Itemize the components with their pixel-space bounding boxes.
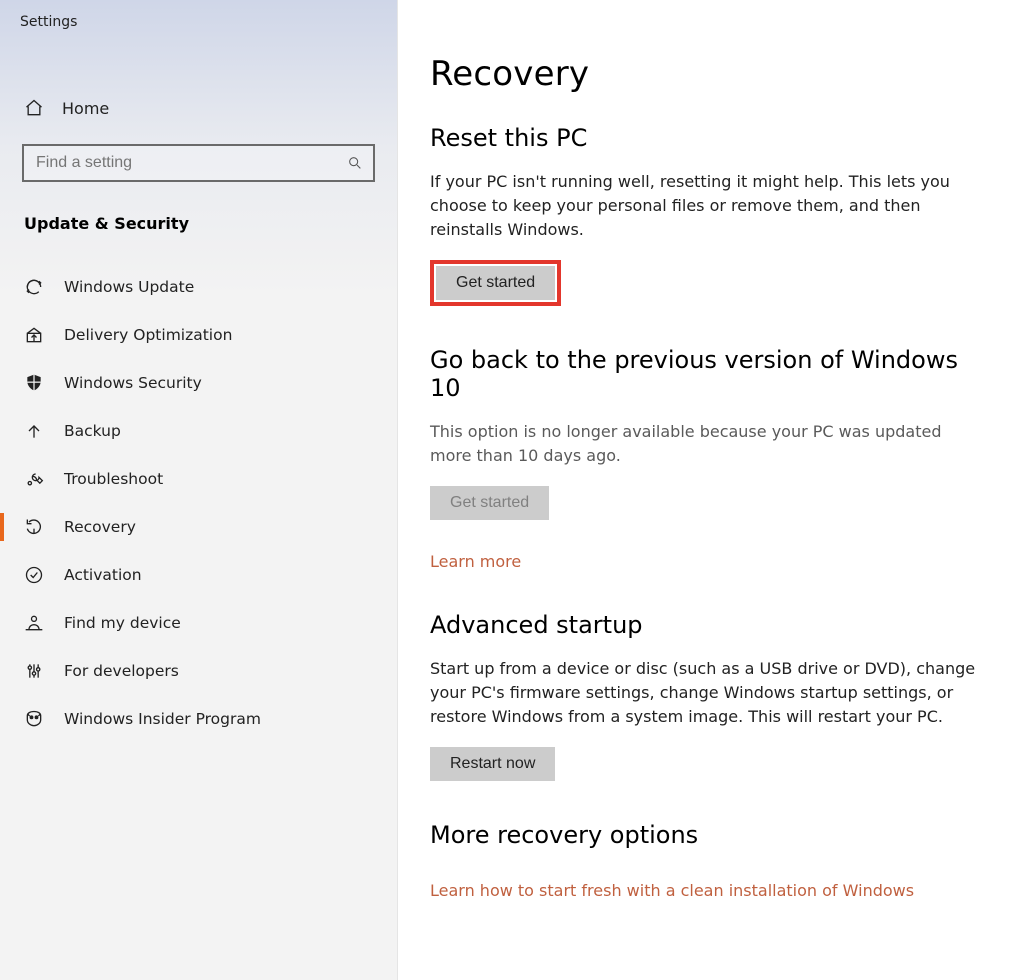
reset-get-started-button[interactable]: Get started <box>436 266 555 300</box>
insider-icon <box>24 709 44 729</box>
search-box[interactable] <box>22 144 375 182</box>
sidebar-item-label: Windows Update <box>64 278 194 296</box>
advanced-heading: Advanced startup <box>430 611 987 639</box>
home-icon <box>24 98 44 118</box>
sidebar-item-label: Troubleshoot <box>64 470 163 488</box>
sidebar-item-windows-update[interactable]: Windows Update <box>0 263 397 311</box>
delivery-icon <box>24 325 44 345</box>
sidebar-item-delivery-optimization[interactable]: Delivery Optimization <box>0 311 397 359</box>
learn-more-link[interactable]: Learn more <box>430 552 521 571</box>
start-fresh-link[interactable]: Learn how to start fresh with a clean in… <box>430 881 914 900</box>
goback-heading: Go back to the previous version of Windo… <box>430 346 987 402</box>
sidebar-item-activation[interactable]: Activation <box>0 551 397 599</box>
developers-icon <box>24 661 44 681</box>
sidebar-item-label: Recovery <box>64 518 136 536</box>
goback-get-started-button: Get started <box>430 486 549 520</box>
section-title: Update & Security <box>0 190 397 245</box>
home-button[interactable]: Home <box>0 90 397 128</box>
sidebar-item-label: Activation <box>64 566 142 584</box>
goback-body: This option is no longer available becau… <box>430 420 987 468</box>
sync-icon <box>24 277 44 297</box>
sidebar-item-backup[interactable]: Backup <box>0 407 397 455</box>
check-circle-icon <box>24 565 44 585</box>
find-device-icon <box>24 613 44 633</box>
more-heading: More recovery options <box>430 821 987 849</box>
sidebar-item-troubleshoot[interactable]: Troubleshoot <box>0 455 397 503</box>
nav-list: Windows Update Delivery Optimization Win… <box>0 263 397 743</box>
recovery-icon <box>24 517 44 537</box>
sidebar-item-label: For developers <box>64 662 179 680</box>
sidebar-item-label: Backup <box>64 422 121 440</box>
sidebar-item-label: Delivery Optimization <box>64 326 232 344</box>
wrench-icon <box>24 469 44 489</box>
sidebar-item-find-my-device[interactable]: Find my device <box>0 599 397 647</box>
search-input[interactable] <box>22 144 375 182</box>
search-icon <box>347 155 363 171</box>
sidebar-item-recovery[interactable]: Recovery <box>0 503 397 551</box>
reset-heading: Reset this PC <box>430 124 987 152</box>
sidebar-item-for-developers[interactable]: For developers <box>0 647 397 695</box>
sidebar-item-windows-insider[interactable]: Windows Insider Program <box>0 695 397 743</box>
app-title: Settings <box>0 0 397 44</box>
sidebar-item-label: Windows Insider Program <box>64 710 261 728</box>
reset-body: If your PC isn't running well, resetting… <box>430 170 987 242</box>
home-label: Home <box>62 99 109 118</box>
sidebar: Settings Home Update & Security Windows … <box>0 0 398 980</box>
restart-now-button[interactable]: Restart now <box>430 747 555 781</box>
page-title: Recovery <box>430 54 987 94</box>
sidebar-item-windows-security[interactable]: Windows Security <box>0 359 397 407</box>
main-content: Recovery Reset this PC If your PC isn't … <box>398 0 1027 980</box>
backup-icon <box>24 421 44 441</box>
highlight-box: Get started <box>430 260 561 306</box>
shield-icon <box>24 373 44 393</box>
sidebar-item-label: Find my device <box>64 614 181 632</box>
sidebar-item-label: Windows Security <box>64 374 202 392</box>
advanced-body: Start up from a device or disc (such as … <box>430 657 987 729</box>
